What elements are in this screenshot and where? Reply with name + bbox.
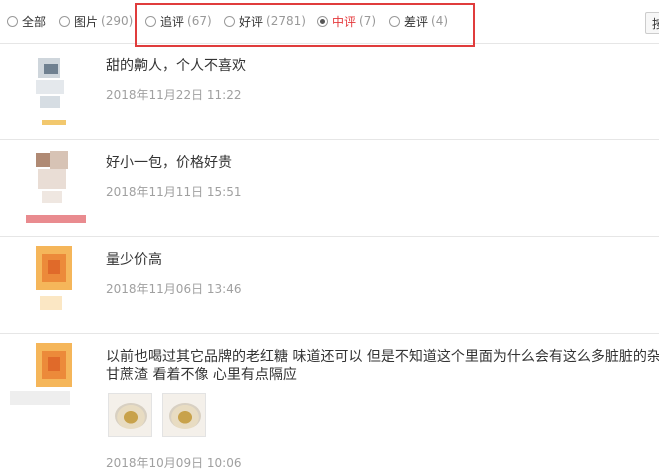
filter-images-label: 图片 xyxy=(74,14,99,29)
review-text: 好小一包，价格好贵 xyxy=(106,155,232,171)
review-date: 2018年10月09日 10:06 xyxy=(106,456,242,470)
avatar xyxy=(24,240,90,328)
filter-all[interactable]: 全部 xyxy=(7,11,46,31)
review-item: 好小一包，价格好贵 2018年11月11日 15:51 xyxy=(0,141,659,237)
review-date: 2018年11月11日 15:51 xyxy=(106,185,242,199)
avatar xyxy=(10,337,90,425)
review-text: 甜的齁人，个人不喜欢 xyxy=(106,58,246,74)
review-item: 量少价高 2018年11月06日 13:46 xyxy=(0,238,659,334)
avatar xyxy=(24,50,90,138)
filter-all-label: 全部 xyxy=(22,14,47,29)
review-item: 以前也喝过其它品牌的老红糖 味道还可以 但是不知道这个里面为什么会有这么多脏脏的… xyxy=(0,335,659,474)
review-text: 量少价高 xyxy=(106,252,162,268)
review-date: 2018年11月22日 11:22 xyxy=(106,88,242,102)
avatar xyxy=(24,145,90,233)
filter-images-count: (290) xyxy=(101,14,134,28)
highlight-annotation xyxy=(135,3,475,47)
review-photo[interactable] xyxy=(162,393,206,437)
radio-all[interactable] xyxy=(7,15,18,27)
radio-images[interactable] xyxy=(59,15,70,27)
review-text: 以前也喝过其它品牌的老红糖 味道还可以 但是不知道这个里面为什么会有这么多脏脏的… xyxy=(106,349,659,383)
sort-button[interactable]: 按 xyxy=(645,12,659,34)
filter-images[interactable]: 图片 (290) xyxy=(59,11,133,31)
review-item: 甜的齁人，个人不喜欢 2018年11月22日 11:22 xyxy=(0,44,659,140)
review-photo[interactable] xyxy=(108,393,152,437)
review-date: 2018年11月06日 13:46 xyxy=(106,282,242,296)
